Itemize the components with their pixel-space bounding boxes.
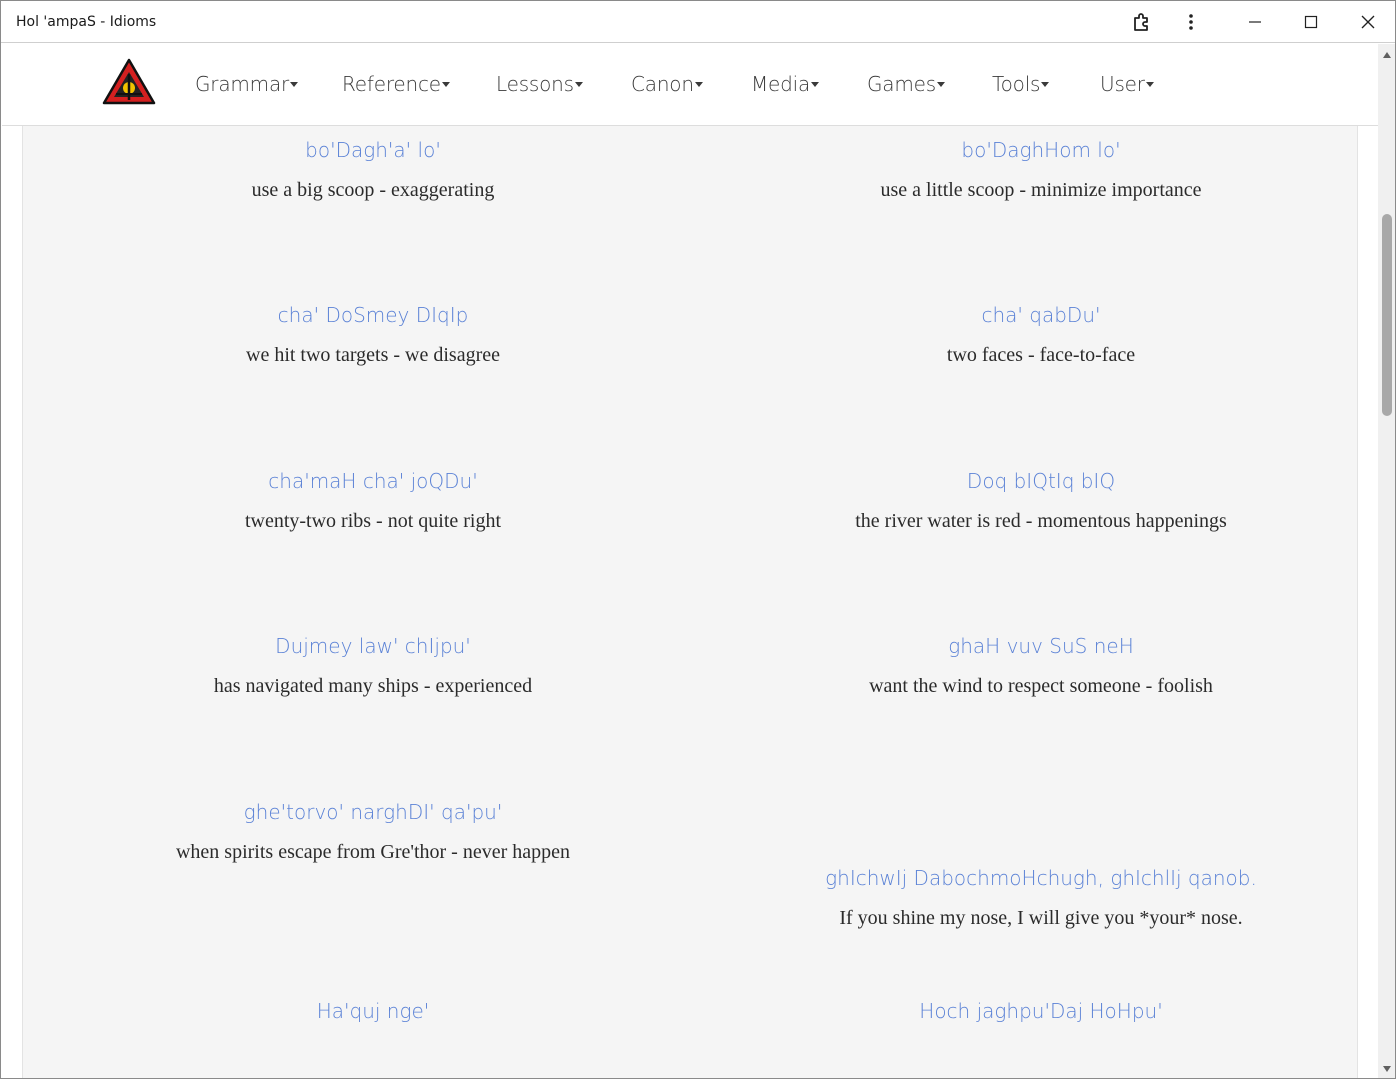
- extensions-icon[interactable]: [1119, 1, 1165, 43]
- scroll-up-icon[interactable]: [1383, 52, 1391, 58]
- nav-canon-label: Canon: [631, 72, 694, 96]
- chevron-down-icon: [290, 82, 299, 87]
- nav-tools[interactable]: Tools: [992, 72, 1050, 96]
- idiom-latin[interactable]: Doq bIQtIq bIQ: [711, 469, 1371, 493]
- chevron-down-icon: [811, 82, 820, 87]
- nav-media[interactable]: Media: [751, 72, 820, 96]
- chevron-down-icon: [574, 82, 583, 87]
- scroll-down-icon[interactable]: [1383, 1066, 1391, 1072]
- idiom-latin[interactable]: Hoch jaghpu'Daj HoHpu': [711, 999, 1371, 1023]
- browser-window: Hol 'ampaS - Idioms Grammar Reference Le…: [0, 0, 1396, 1079]
- idiom-entry: bo'Dagh'a' lo' use a big scoop - exagger…: [43, 126, 703, 202]
- nav-media-label: Media: [751, 72, 811, 96]
- idiom-entry: cha' DoSmey DIqIp we hit two targets - w…: [43, 283, 703, 367]
- nav-games[interactable]: Games: [867, 72, 945, 96]
- close-icon[interactable]: [1345, 1, 1391, 43]
- nav-reference-label: Reference: [342, 72, 441, 96]
- vertical-scrollbar[interactable]: [1378, 44, 1395, 1078]
- idiom-meaning: when spirits escape from Gre'thor - neve…: [175, 841, 570, 863]
- idiom-latin[interactable]: Ha'quj nge': [43, 999, 703, 1023]
- idiom-meaning: two faces - face-to-face: [946, 344, 1136, 366]
- idiom-meaning: If you shine my nose, I will give you *y…: [839, 907, 1243, 929]
- main-nav: Grammar Reference Lessons Canon Media Ga…: [2, 44, 1378, 126]
- idioms-panel: bo'Dagh'a' lo' use a big scoop - exagger…: [22, 126, 1358, 1078]
- idiom-entry: cha'maH cha' joQDu' twenty-two ribs - no…: [43, 449, 703, 533]
- maximize-icon[interactable]: [1288, 1, 1334, 43]
- idiom-meaning: use a little scoop - minimize importance: [880, 179, 1202, 201]
- nav-user[interactable]: User: [1100, 72, 1154, 96]
- idiom-entry: ghIchwIj DabochmoHchugh, ghIchlIj qanob.…: [711, 780, 1371, 930]
- idiom-meaning: has navigated many ships - experienced: [213, 675, 533, 697]
- idiom-meaning: want the wind to respect someone - fooli…: [869, 675, 1213, 697]
- idiom-entry: ghe'torvo' narghDI' qa'pu' when spirits …: [43, 780, 703, 864]
- chevron-down-icon: [936, 82, 945, 87]
- idiom-entry: ghaH vuv SuS neH want the wind to respec…: [711, 614, 1371, 698]
- nav-user-label: User: [1100, 72, 1145, 96]
- idioms-content: bo'Dagh'a' lo' use a big scoop - exagger…: [2, 126, 1378, 1078]
- nav-games-label: Games: [867, 72, 936, 96]
- idiom-latin[interactable]: Dujmey law' chIjpu': [43, 634, 703, 658]
- scrollbar-thumb[interactable]: [1382, 214, 1392, 416]
- nav-lessons-label: Lessons: [496, 72, 574, 96]
- nav-reference[interactable]: Reference: [342, 72, 450, 96]
- more-icon[interactable]: [1168, 1, 1214, 43]
- idiom-entry: cha' qabDu' two faces - face-to-face: [711, 283, 1371, 367]
- chevron-down-icon: [1041, 82, 1050, 87]
- pIqaD-text: [754, 780, 1328, 846]
- nav-tools-label: Tools: [992, 72, 1041, 96]
- idiom-latin[interactable]: cha' qabDu': [711, 303, 1371, 327]
- nav-lessons[interactable]: Lessons: [496, 72, 583, 96]
- nav-canon[interactable]: Canon: [631, 72, 703, 96]
- idiom-meaning: the river water is red - momentous happe…: [855, 510, 1227, 532]
- idiom-latin[interactable]: bo'DaghHom lo': [711, 138, 1371, 162]
- chevron-down-icon: [441, 82, 450, 87]
- idiom-latin[interactable]: ghaH vuv SuS neH: [711, 634, 1371, 658]
- idiom-latin[interactable]: bo'Dagh'a' lo': [43, 138, 703, 162]
- window-title: Hol 'ampaS - Idioms: [16, 14, 157, 30]
- idiom-meaning: use a big scoop - exaggerating: [251, 179, 495, 201]
- idiom-latin[interactable]: ghIchwIj DabochmoHchugh, ghIchlIj qanob.: [711, 866, 1371, 890]
- idiom-entry: Dujmey law' chIjpu' has navigated many s…: [43, 614, 703, 698]
- idiom-latin[interactable]: cha'maH cha' joQDu': [43, 469, 703, 493]
- idiom-meaning: twenty-two ribs - not quite right: [244, 510, 502, 532]
- title-bar: Hol 'ampaS - Idioms: [1, 1, 1395, 43]
- idiom-entry: bo'DaghHom lo' use a little scoop - mini…: [711, 126, 1371, 202]
- idiom-entry: Hoch jaghpu'Daj HoHpu': [711, 979, 1371, 1023]
- chevron-down-icon: [694, 82, 703, 87]
- idiom-entry: Ha'quj nge': [43, 979, 703, 1023]
- nav-grammar-label: Grammar: [195, 72, 290, 96]
- nav-grammar[interactable]: Grammar: [195, 72, 299, 96]
- idiom-latin[interactable]: ghe'torvo' narghDI' qa'pu': [43, 800, 703, 824]
- idiom-latin[interactable]: cha' DoSmey DIqIp: [43, 303, 703, 327]
- idiom-entry: Doq bIQtIq bIQ the river water is red - …: [711, 449, 1371, 533]
- klingon-trefoil-logo[interactable]: [102, 58, 156, 106]
- idiom-meaning: we hit two targets - we disagree: [246, 344, 500, 366]
- chevron-down-icon: [1145, 82, 1154, 87]
- minimize-icon[interactable]: [1232, 1, 1278, 43]
